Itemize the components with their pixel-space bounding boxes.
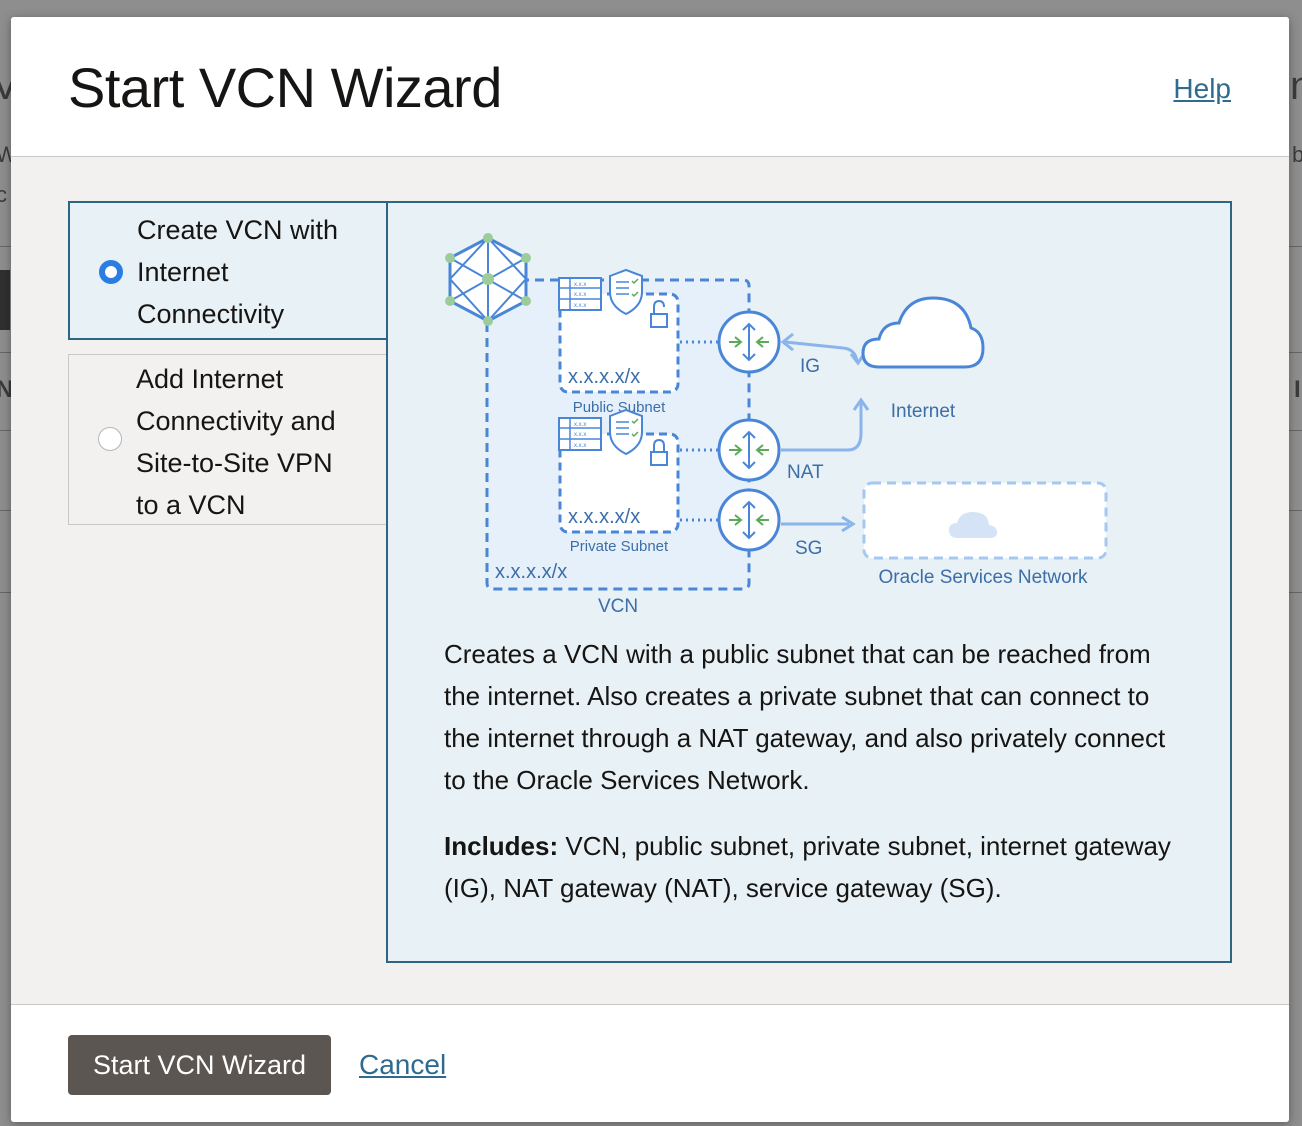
route-table-cell: x.x.x: [574, 443, 586, 449]
option-description: Creates a VCN with a public subnet that …: [444, 639, 1166, 795]
dialog-body: Create VCN with Internet Connectivity Ad…: [11, 157, 1289, 1004]
option-label: Create VCN with Internet Connectivity: [137, 209, 377, 335]
option-label: Add Internet Connectivity and Site-to-Si…: [136, 358, 376, 526]
includes-label: Includes:: [444, 831, 559, 861]
osn-label: Oracle Services Network: [878, 567, 1088, 588]
route-table-cell: x.x.x: [574, 292, 586, 298]
vcn-label: VCN: [598, 596, 638, 617]
option-label-line: Create VCN with: [137, 215, 339, 245]
radio-selected[interactable]: [99, 260, 123, 284]
vcn-cidr: x.x.x.x/x: [495, 561, 567, 583]
internet-gateway-icon: [717, 310, 781, 374]
radio-unselected[interactable]: [98, 427, 122, 451]
nat-gateway-icon: [717, 418, 781, 482]
help-link[interactable]: Help: [1173, 73, 1231, 105]
route-table-cell: x.x.x: [574, 303, 586, 309]
vcn-architecture-diagram: x.x.x x.x.x x.x.x x.x.x.x/x Public Subne…: [445, 233, 1108, 617]
nat-label: NAT: [787, 462, 824, 483]
option-add-internet-connectivity-and-vpn[interactable]: Add Internet Connectivity and Site-to-Si…: [68, 354, 387, 525]
ig-internet-arrow: [780, 332, 866, 366]
option-label-line: to a VCN: [136, 490, 246, 520]
option-create-vcn-with-internet-connectivity[interactable]: Create VCN with Internet Connectivity: [68, 201, 388, 340]
option-label-line: Site-to-Site VPN: [136, 448, 333, 478]
includes-text: Includes: VCN, public subnet, private su…: [444, 825, 1174, 909]
public-subnet-cidr: x.x.x.x/x: [568, 366, 640, 388]
cancel-link[interactable]: Cancel: [359, 1049, 446, 1081]
route-table-cell: x.x.x: [574, 282, 586, 288]
start-vcn-wizard-button[interactable]: Start VCN Wizard: [68, 1035, 331, 1095]
option-label-line: Connectivity: [137, 299, 285, 329]
start-vcn-wizard-dialog: Start VCN Wizard Help Create VCN with In…: [11, 17, 1289, 1122]
option-detail-panel: x.x.x x.x.x x.x.x x.x.x.x/x Public Subne…: [386, 201, 1232, 963]
option-label-line: Internet: [137, 257, 229, 287]
nat-internet-arrow: [781, 397, 870, 452]
option-label-line: Add Internet: [136, 364, 284, 394]
service-gateway-icon: [717, 488, 781, 552]
dialog-header: Start VCN Wizard Help: [11, 17, 1289, 157]
internet-label: Internet: [891, 401, 956, 422]
route-table-icon: x.x.x x.x.x x.x.x: [558, 417, 602, 451]
option-label-line: Connectivity and: [136, 406, 336, 436]
ig-label: IG: [800, 356, 820, 377]
dialog-footer: Start VCN Wizard Cancel: [11, 1004, 1289, 1122]
dialog-title: Start VCN Wizard: [68, 56, 502, 119]
sg-label: SG: [795, 538, 822, 559]
route-table-cell: x.x.x: [574, 432, 586, 438]
route-table-cell: x.x.x: [574, 422, 586, 428]
oracle-services-network: [862, 481, 1108, 560]
sg-osn-arrow: [781, 515, 856, 533]
private-subnet-label: Private Subnet: [570, 538, 669, 555]
private-subnet-cidr: x.x.x.x/x: [568, 506, 640, 528]
internet-cloud-icon: [861, 296, 985, 369]
route-table-icon: x.x.x x.x.x x.x.x: [558, 277, 602, 311]
